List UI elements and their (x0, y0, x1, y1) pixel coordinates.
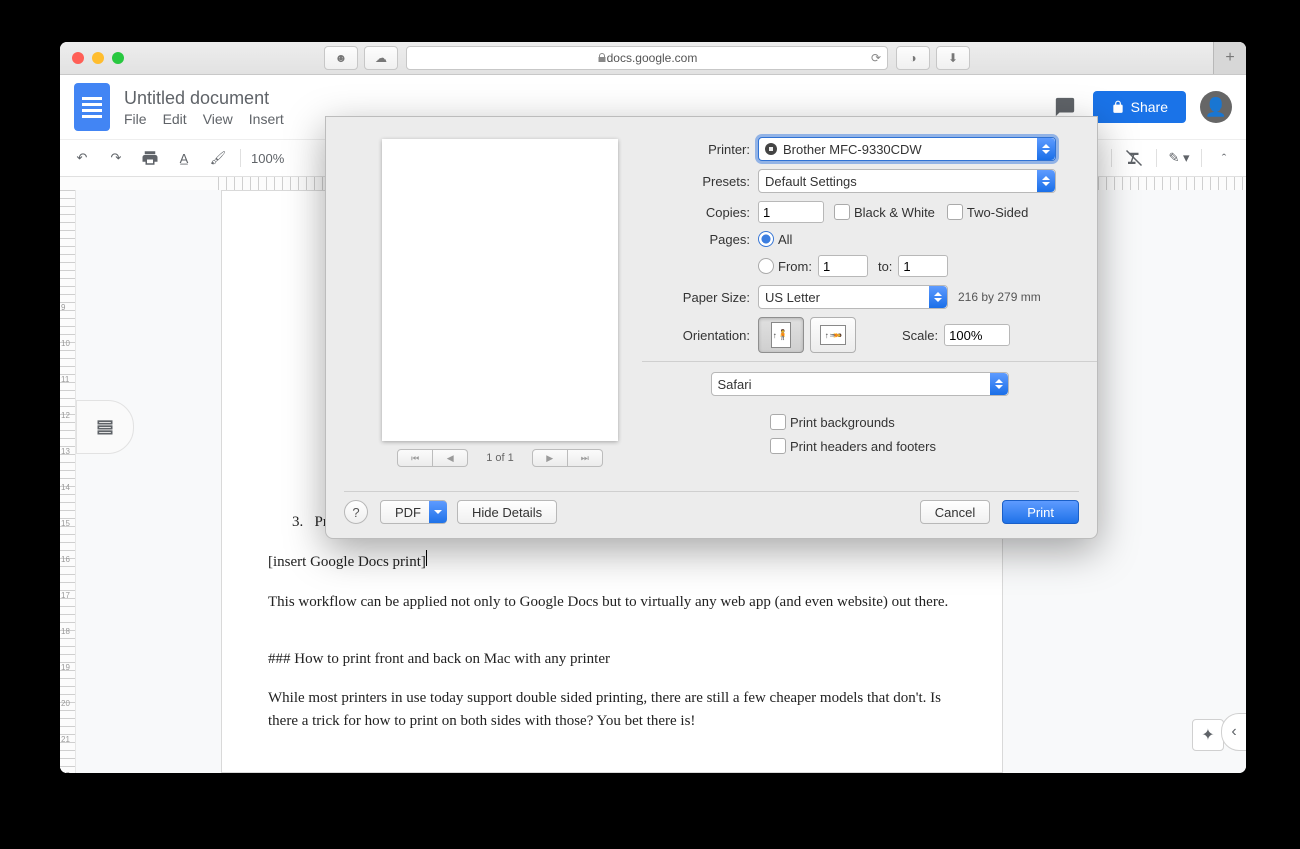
two-sided-checkbox[interactable] (947, 204, 963, 220)
divider (642, 361, 1097, 362)
cancel-button[interactable]: Cancel (920, 500, 990, 524)
titlebar: ☻ ☁ docs.google.com ⟳ ◑ ⬇ + (60, 42, 1246, 75)
vertical-ruler: 91011121314151617181920212223 (60, 190, 76, 773)
scale-input[interactable] (944, 324, 1010, 346)
app-section-select[interactable]: Safari (711, 372, 1009, 396)
paragraph: This workflow can be applied not only to… (268, 591, 956, 614)
print-icon[interactable] (138, 146, 162, 170)
new-tab-button[interactable]: + (1213, 42, 1246, 74)
clear-formatting-icon[interactable] (1122, 146, 1146, 170)
printer-status-icon (765, 143, 777, 155)
orientation-portrait-button[interactable]: ↑🧍 (758, 317, 804, 353)
chevron-updown-icon (1037, 170, 1055, 192)
print-dialog: ⏮ ◀ 1 of 1 ▶ ⏭ Printer: Brother MFC-9330… (325, 116, 1098, 539)
from-input[interactable] (818, 255, 868, 277)
pages-all-label: All (778, 232, 792, 247)
pdf-dropdown-button[interactable]: PDF (380, 500, 447, 524)
chevron-down-icon (429, 501, 447, 523)
paper-size-label: Paper Size: (642, 290, 758, 305)
menu-edit[interactable]: Edit (163, 111, 187, 127)
toolbar-cloud-button[interactable]: ☁ (364, 46, 398, 70)
presets-select[interactable]: Default Settings (758, 169, 1056, 193)
redo-icon[interactable]: ↷ (104, 146, 128, 170)
chevron-updown-icon (929, 286, 947, 308)
spellcheck-icon[interactable]: A̲ (172, 146, 196, 170)
chevron-updown-icon (990, 373, 1008, 395)
window-minimize-icon[interactable] (92, 52, 104, 64)
menu-view[interactable]: View (203, 111, 233, 127)
docs-logo-icon[interactable] (74, 83, 110, 131)
lock-icon (597, 53, 607, 63)
black-white-label: Black & White (854, 205, 935, 220)
black-white-checkbox[interactable] (834, 204, 850, 220)
print-headers-label: Print headers and footers (790, 439, 936, 454)
side-panel-toggle[interactable]: ‹ (1221, 713, 1246, 751)
browser-window: ☻ ☁ docs.google.com ⟳ ◑ ⬇ + Untitled doc… (60, 42, 1246, 773)
docs-menubar: File Edit View Insert (124, 111, 284, 127)
lock-icon (1111, 100, 1125, 114)
printer-label: Printer: (642, 142, 758, 157)
paint-format-icon[interactable]: 🖌 (206, 146, 230, 170)
copies-label: Copies: (642, 205, 758, 220)
to-label: to: (878, 259, 892, 274)
scale-label: Scale: (902, 328, 938, 343)
heading: ### How to print front and back on Mac w… (268, 648, 956, 671)
printer-select[interactable]: Brother MFC-9330CDW (758, 137, 1056, 161)
help-button[interactable]: ? (344, 500, 368, 524)
pages-label: Pages: (642, 232, 758, 247)
window-close-icon[interactable] (72, 52, 84, 64)
print-button[interactable]: Print (1002, 500, 1079, 524)
pages-all-radio[interactable] (758, 231, 774, 247)
to-input[interactable] (898, 255, 948, 277)
preview-pager: ⏮ ◀ 1 of 1 ▶ ⏭ (382, 449, 618, 467)
presets-label: Presets: (642, 174, 758, 189)
print-preview (382, 139, 618, 441)
hide-details-button[interactable]: Hide Details (457, 500, 557, 524)
orientation-label: Orientation: (642, 328, 758, 343)
explore-button[interactable]: ✦ (1192, 719, 1224, 751)
paragraph: While most printers in use today support… (268, 687, 956, 734)
pager-label: 1 of 1 (486, 452, 514, 464)
pages-range-radio[interactable] (758, 258, 774, 274)
share-button[interactable]: Share (1093, 91, 1186, 123)
first-page-button[interactable]: ⏮ (397, 449, 433, 467)
next-page-button[interactable]: ▶ (532, 449, 568, 467)
editing-mode-icon[interactable]: ✎ ▾ (1167, 146, 1191, 170)
url-text: docs.google.com (607, 51, 698, 65)
print-headers-checkbox[interactable] (770, 438, 786, 454)
prev-page-button[interactable]: ◀ (433, 449, 468, 467)
two-sided-label: Two-Sided (967, 205, 1028, 220)
url-bar[interactable]: docs.google.com ⟳ (406, 46, 888, 70)
print-backgrounds-checkbox[interactable] (770, 414, 786, 430)
collapse-toolbar-icon[interactable]: ˆ (1212, 146, 1236, 170)
from-label: From: (778, 259, 812, 274)
menu-insert[interactable]: Insert (249, 111, 284, 127)
print-backgrounds-label: Print backgrounds (790, 415, 895, 430)
account-avatar[interactable]: 👤 (1200, 91, 1232, 123)
zoom-level[interactable]: 100% (251, 151, 284, 166)
copies-input[interactable] (758, 201, 824, 223)
paragraph: [insert Google Docs print] (268, 554, 426, 570)
menu-file[interactable]: File (124, 111, 147, 127)
last-page-button[interactable]: ⏭ (568, 449, 603, 467)
undo-icon[interactable]: ↶ (70, 146, 94, 170)
window-zoom-icon[interactable] (112, 52, 124, 64)
chevron-updown-icon (1037, 138, 1055, 160)
document-title[interactable]: Untitled document (124, 88, 284, 109)
toolbar-privacy-button[interactable]: ☻ (324, 46, 358, 70)
outline-toggle-button[interactable] (76, 400, 134, 454)
reload-icon[interactable]: ⟳ (871, 51, 881, 65)
orientation-landscape-button[interactable]: ↑🧍 (810, 317, 856, 353)
divider (344, 491, 1079, 492)
paper-dimensions: 216 by 279 mm (958, 290, 1041, 304)
share-label: Share (1131, 99, 1168, 115)
toolbar-downloads-button[interactable]: ⬇ (936, 46, 970, 70)
toolbar-extension-button[interactable]: ◑ (896, 46, 930, 70)
paper-size-select[interactable]: US Letter (758, 285, 948, 309)
